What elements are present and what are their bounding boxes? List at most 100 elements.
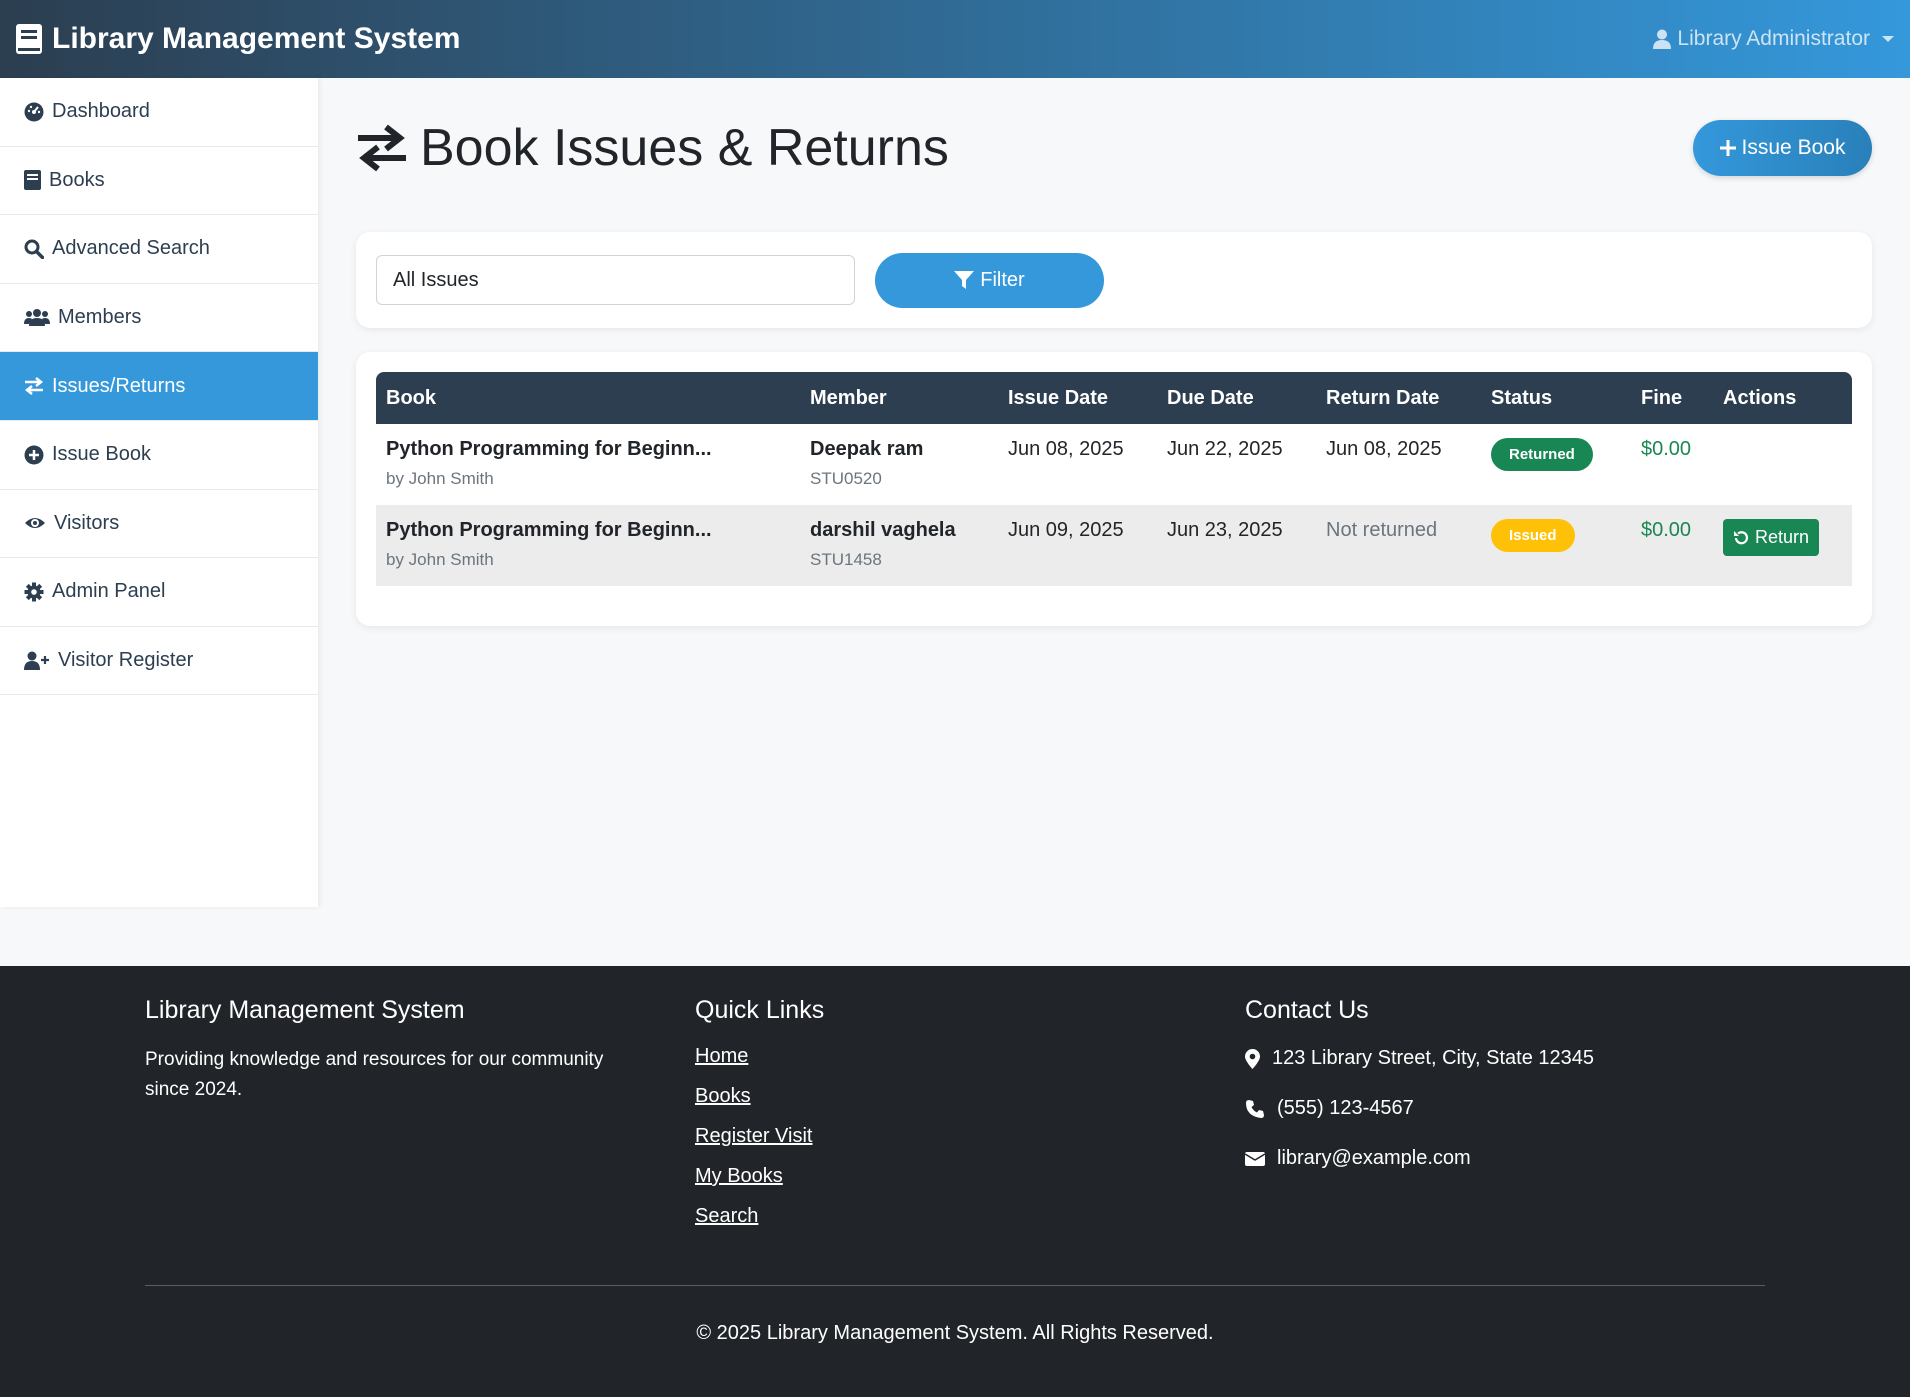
filter-icon — [954, 271, 975, 289]
copyright: © 2025 Library Management System. All Ri… — [696, 1322, 1214, 1344]
brand-title: Library Management System — [52, 22, 461, 55]
column-header-actions: Actions — [1723, 386, 1797, 409]
column-header-return-date[interactable]: Return Date — [1316, 372, 1481, 424]
book-icon — [24, 170, 41, 191]
footer-contact: Contact Us 123 Library Street, City, Sta… — [1245, 996, 1765, 1195]
page-title: Book Issues & Returns — [356, 118, 949, 178]
footer-link-register-visit[interactable]: Register Visit — [695, 1125, 1195, 1148]
sidebar-item-label: Admin Panel — [52, 580, 166, 603]
column-header-status[interactable]: Status — [1481, 372, 1631, 424]
sidebar-item-label: Issues/Returns — [52, 374, 186, 397]
book-cell: Python Programming for Beginn... by John… — [376, 424, 800, 505]
actions-cell: Return — [1713, 505, 1852, 586]
search-icon — [24, 239, 44, 259]
sidebar-item-label: Dashboard — [52, 100, 150, 123]
contact-email-text[interactable]: library@example.com — [1277, 1147, 1471, 1170]
envelope-icon — [1245, 1151, 1265, 1166]
issue-date-cell: Jun 08, 2025 — [1008, 438, 1124, 460]
users-icon — [24, 308, 50, 326]
column-header-member[interactable]: Member — [800, 372, 998, 424]
issues-table: Book Member Issue Date Due Date Return D… — [376, 372, 1852, 586]
sidebar-item-label: Issue Book — [52, 443, 151, 466]
member-id: STU0520 — [810, 469, 882, 488]
footer: Library Management System Providing know… — [0, 966, 1910, 1397]
footer-about: Library Management System Providing know… — [145, 996, 645, 1105]
exchange-icon — [358, 124, 406, 172]
sidebar-item-label: Advanced Search — [52, 237, 210, 260]
status-filter-value: All Issues — [393, 268, 479, 291]
page-title-text: Book Issues & Returns — [420, 119, 949, 177]
sidebar-item-label: Visitor Register — [58, 649, 194, 672]
issue-date-cell: Jun 09, 2025 — [1008, 519, 1124, 541]
gear-icon — [24, 582, 44, 602]
undo-icon — [1734, 530, 1749, 544]
sidebar-item-visitor-register[interactable]: Visitor Register — [0, 627, 318, 696]
sidebar-item-books[interactable]: Books — [0, 147, 318, 216]
sidebar-item-issues-returns[interactable]: Issues/Returns — [0, 352, 318, 421]
book-title[interactable]: Python Programming for Beginn... — [386, 438, 790, 461]
issues-table-card: Book Member Issue Date Due Date Return D… — [356, 352, 1872, 626]
status-filter-select[interactable]: All Issues — [376, 255, 855, 305]
contact-email: library@example.com — [1245, 1145, 1765, 1172]
issue-book-button[interactable]: Issue Book — [1693, 120, 1872, 176]
eye-icon — [25, 518, 45, 529]
return-date-cell: Jun 08, 2025 — [1326, 438, 1442, 460]
page-header: Book Issues & Returns Issue Book — [356, 78, 1872, 218]
main-content: Book Issues & Returns Issue Book All Iss… — [356, 78, 1872, 626]
exchange-icon — [24, 377, 44, 396]
table-row: Python Programming for Beginn... by John… — [376, 505, 1852, 586]
book-author: by John Smith — [386, 550, 494, 569]
column-header-fine[interactable]: Fine — [1631, 372, 1713, 424]
book-author: by John Smith — [386, 469, 494, 488]
return-button-label: Return — [1755, 527, 1810, 547]
member-name[interactable]: Deepak ram — [810, 438, 988, 461]
plus-icon — [1719, 140, 1736, 156]
user-plus-icon — [24, 651, 49, 670]
filter-card: All Issues Filter — [356, 232, 1872, 328]
member-cell: Deepak ram STU0520 — [800, 424, 998, 505]
status-badge: Issued — [1491, 519, 1575, 552]
due-date-cell: Jun 23, 2025 — [1167, 519, 1283, 541]
footer-link-home[interactable]: Home — [695, 1045, 1195, 1068]
member-id: STU1458 — [810, 550, 882, 569]
dashboard-icon — [24, 102, 44, 122]
sidebar-item-visitors[interactable]: Visitors — [0, 490, 318, 559]
sidebar-item-dashboard[interactable]: Dashboard — [0, 78, 318, 147]
return-button[interactable]: Return — [1723, 519, 1820, 556]
user-name: Library Administrator — [1677, 27, 1870, 50]
column-header-issue-date[interactable]: Issue Date — [998, 372, 1157, 424]
status-cell: Returned — [1481, 424, 1631, 505]
phone-icon — [1246, 1099, 1264, 1118]
status-cell: Issued — [1481, 505, 1631, 586]
user-menu-dropdown[interactable]: Library Administrator — [1653, 27, 1894, 51]
contact-address: 123 Library Street, City, State 12345 — [1245, 1045, 1765, 1072]
chevron-down-icon — [1882, 36, 1894, 42]
column-header-book[interactable]: Book — [376, 372, 800, 424]
member-name[interactable]: darshil vaghela — [810, 519, 988, 542]
sidebar-item-advanced-search[interactable]: Advanced Search — [0, 215, 318, 284]
table-header-row: Book Member Issue Date Due Date Return D… — [376, 372, 1852, 424]
sidebar-item-members[interactable]: Members — [0, 284, 318, 353]
footer-link-books[interactable]: Books — [695, 1085, 1195, 1108]
user-icon — [1653, 29, 1672, 49]
sidebar-item-admin-panel[interactable]: Admin Panel — [0, 558, 318, 627]
status-badge: Returned — [1491, 438, 1593, 471]
footer-contact-title: Contact Us — [1245, 996, 1369, 1024]
contact-phone: (555) 123-4567 — [1245, 1095, 1765, 1122]
brand[interactable]: Library Management System — [16, 22, 460, 56]
column-header-due-date[interactable]: Due Date — [1157, 372, 1316, 424]
issue-book-button-label: Issue Book — [1741, 136, 1846, 159]
footer-divider — [145, 1285, 1765, 1286]
sidebar-item-issue-book[interactable]: Issue Book — [0, 421, 318, 490]
contact-address-text: 123 Library Street, City, State 12345 — [1272, 1047, 1595, 1069]
navbar: Library Management System Library Admini… — [0, 0, 1910, 78]
sidebar-item-label: Books — [49, 168, 105, 191]
book-title[interactable]: Python Programming for Beginn... — [386, 519, 790, 542]
filter-button[interactable]: Filter — [875, 252, 1104, 308]
sidebar-item-label: Members — [58, 306, 142, 329]
member-cell: darshil vaghela STU1458 — [800, 505, 998, 586]
actions-cell — [1713, 424, 1852, 505]
footer-link-my-books[interactable]: My Books — [695, 1165, 1195, 1188]
footer-link-search[interactable]: Search — [695, 1205, 1195, 1228]
sidebar: Dashboard Books Advanced Search Members … — [0, 78, 318, 907]
